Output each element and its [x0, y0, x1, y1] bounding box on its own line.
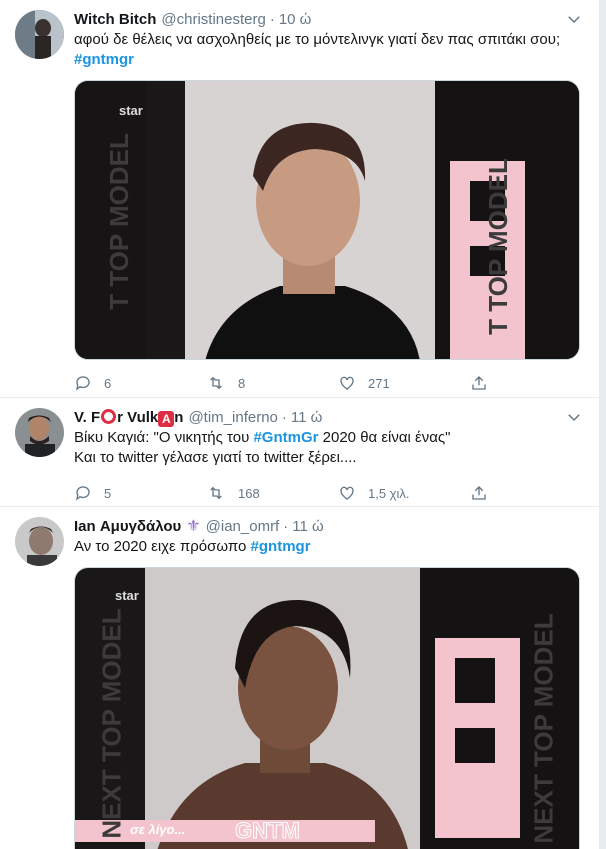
separator-dot: · — [283, 518, 289, 535]
tweet-image[interactable]: star T TOP MODEL T TOP MODEL — [74, 80, 580, 360]
reply-icon — [75, 486, 90, 501]
chevron-down-icon[interactable] — [565, 408, 583, 426]
display-name-part: r Vulk — [117, 409, 159, 426]
display-name[interactable]: Ian Αμυγδάλου — [74, 517, 181, 537]
tweet-actions: 6 8 271 — [74, 364, 584, 402]
retweet-icon — [210, 486, 222, 500]
retweet-icon — [210, 376, 222, 390]
reply-button[interactable]: 5 — [74, 484, 206, 502]
tweet-image[interactable]: star NEXT TOP MODEL NEXT TOP MODEL σε λί… — [74, 567, 580, 849]
timestamp[interactable]: 11 ώ — [292, 517, 323, 537]
like-button[interactable]: 1,5 χιλ. — [338, 484, 470, 502]
tweet-text-body: Βίκυ Καγιά: "Ο νικητής του — [74, 429, 254, 446]
separator-dot: · — [281, 409, 287, 426]
channel-logo: star — [119, 103, 143, 118]
heart-icon — [340, 376, 354, 390]
reply-count: 6 — [104, 375, 112, 391]
tweet-text-body: Αν το 2020 ειχε πρόσωπο — [74, 538, 251, 555]
timestamp[interactable]: 11 ώ — [291, 408, 322, 428]
like-count: 271 — [368, 375, 390, 391]
tweet-text: Βίκυ Καγιά: "Ο νικητής του #GntmGr 2020 … — [74, 428, 584, 448]
tweet[interactable]: V. F r Vulk An @tim_inferno · 11 ώ Βίκυ Κα… — [0, 398, 599, 507]
display-name-part: n — [174, 409, 184, 426]
brand-logo: GNTM — [235, 818, 301, 844]
video-caption: σε λίγο... — [130, 822, 186, 837]
timeline: Witch Bitch @christinesterg · 10 ώ αφού … — [0, 0, 600, 849]
channel-logo: star — [115, 588, 139, 603]
share-button[interactable] — [470, 374, 500, 392]
reply-icon — [75, 376, 90, 391]
avatar[interactable] — [15, 10, 64, 59]
separator-dot: · — [269, 11, 275, 28]
red-circle-emoji — [101, 409, 117, 424]
user-handle[interactable]: @tim_inferno — [188, 408, 277, 428]
avatar[interactable] — [15, 408, 64, 457]
tweet-text: αφού δε θέλεις να ασχοληθείς με το μόντε… — [74, 30, 584, 70]
side-text: T TOP MODEL — [103, 133, 134, 310]
heart-icon — [340, 486, 354, 500]
reply-count: 5 — [104, 485, 112, 501]
fleur-de-lis-emoji: ⚜ — [186, 518, 201, 535]
share-icon — [472, 486, 486, 500]
a-button-emoji: A — [158, 411, 175, 427]
tweet-text-line2: Και το twitter γέλασε γιατί το twitter ξ… — [74, 449, 357, 466]
like-button[interactable]: 271 — [338, 374, 470, 392]
display-name[interactable]: Witch Bitch — [74, 10, 156, 30]
display-name[interactable]: V. F r Vulk An — [74, 408, 183, 428]
chevron-down-icon[interactable] — [565, 10, 583, 28]
reply-button[interactable]: 6 — [74, 374, 206, 392]
tweet-text: Αν το 2020 ειχε πρόσωπο #gntmgr — [74, 537, 584, 557]
retweet-button[interactable]: 8 — [206, 374, 338, 392]
retweet-count: 8 — [238, 375, 246, 391]
retweet-count: 168 — [238, 485, 260, 501]
side-text: NEXT TOP MODEL — [96, 608, 127, 839]
avatar[interactable] — [15, 517, 64, 566]
side-text-right: NEXT TOP MODEL — [528, 613, 559, 844]
timestamp[interactable]: 10 ώ — [279, 10, 312, 30]
like-count: 1,5 χιλ. — [368, 485, 410, 501]
user-handle[interactable]: @ian_omrf — [206, 517, 280, 537]
share-button[interactable] — [470, 484, 500, 502]
tweet[interactable]: Ian Αμυγδάλου ⚜ @ian_omrf · 11 ώ Αν το 2… — [0, 507, 599, 849]
tweet[interactable]: Witch Bitch @christinesterg · 10 ώ αφού … — [0, 0, 599, 398]
hashtag-link[interactable]: #gntmgr — [251, 538, 311, 555]
hashtag-link[interactable]: #GntmGr — [253, 429, 318, 446]
display-name-part: V. F — [74, 409, 101, 426]
user-handle[interactable]: @christinesterg — [161, 10, 265, 30]
tweet-text-body: 2020 θα είναι ένας" — [318, 429, 451, 446]
hashtag-link[interactable]: #gntmgr — [74, 51, 134, 68]
share-icon — [472, 376, 486, 390]
side-text-right: T TOP MODEL — [483, 158, 514, 335]
retweet-button[interactable]: 168 — [206, 484, 338, 502]
tweet-text-body: αφού δε θέλεις να ασχοληθείς με το μόντε… — [74, 31, 561, 48]
